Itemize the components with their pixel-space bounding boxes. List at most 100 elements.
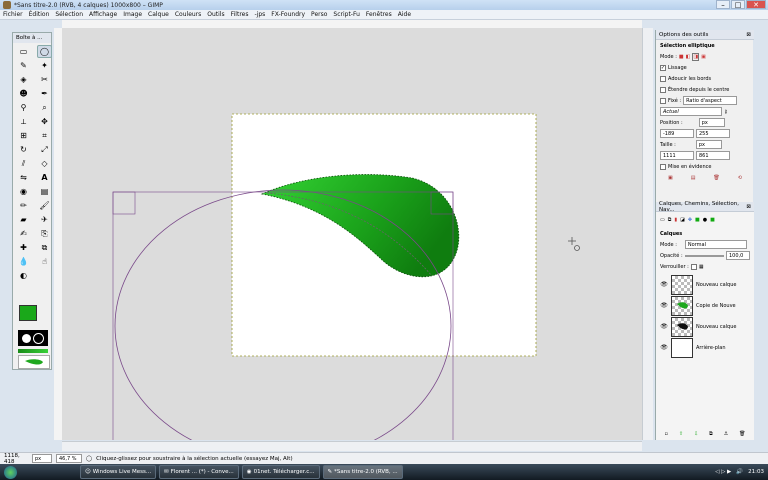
eraser-icon[interactable]: ▰: [16, 213, 31, 226]
restore-options-icon[interactable]: ▤: [691, 175, 696, 181]
lock-alpha-icon[interactable]: ▦: [699, 264, 704, 270]
rect-select-icon[interactable]: ▭: [16, 45, 31, 58]
taskbar-item[interactable]: ☺ Windows Live Mess...: [80, 465, 157, 479]
mode-replace-icon[interactable]: ■: [679, 54, 684, 60]
perspective-clone-icon[interactable]: ⧉: [37, 241, 52, 254]
delete-options-icon[interactable]: 🗑: [713, 175, 719, 181]
fuzzy-select-icon[interactable]: ✦: [37, 59, 52, 72]
clone-icon[interactable]: ⎘: [37, 227, 52, 240]
foreground-color-swatch[interactable]: [19, 305, 37, 321]
lower-layer-icon[interactable]: ⇩: [694, 431, 698, 437]
layers-close-icon[interactable]: ⊠: [746, 204, 751, 210]
taskbar-item[interactable]: ✉ Florent ... (*) - Conve...: [159, 465, 239, 479]
maximize-button[interactable]: □: [731, 0, 745, 9]
save-options-icon[interactable]: ▣: [668, 175, 673, 181]
bucket-fill-icon[interactable]: ◉: [16, 185, 31, 198]
perspective-icon[interactable]: ◇: [37, 157, 52, 170]
free-select-icon[interactable]: ✎: [16, 59, 31, 72]
new-layer-icon[interactable]: ▫: [664, 431, 667, 437]
gradient-preview[interactable]: [18, 349, 48, 353]
dodge-burn-icon[interactable]: ◐: [16, 269, 31, 282]
mise-checkbox[interactable]: [660, 163, 666, 170]
menu-filtres[interactable]: Filtres: [228, 11, 252, 18]
fixe-dropdown[interactable]: Ratio d'aspect: [683, 96, 738, 105]
delete-layer-icon[interactable]: 🗑: [739, 431, 745, 437]
color-select-icon[interactable]: ◈: [16, 73, 31, 86]
lissage-checkbox[interactable]: ✓: [660, 64, 666, 71]
tab-brushes-icon[interactable]: ●: [703, 217, 707, 223]
menu-couleurs[interactable]: Couleurs: [172, 11, 204, 18]
tab-navigation-icon[interactable]: ✥: [688, 217, 692, 223]
close-button[interactable]: ✕: [746, 0, 766, 9]
menu-jps[interactable]: -jps: [251, 11, 268, 18]
move-icon[interactable]: ✥: [37, 115, 52, 128]
menu-fichier[interactable]: Fichier: [0, 11, 26, 18]
rotate-icon[interactable]: ↻: [16, 143, 31, 156]
tab-layers-icon[interactable]: ▭: [660, 217, 665, 223]
ellipse-select-icon[interactable]: ◯: [37, 45, 52, 58]
menu-affichage[interactable]: Affichage: [86, 11, 120, 18]
layer-row[interactable]: 👁 Nouveau calque: [660, 316, 744, 337]
zoom-icon[interactable]: ⌕: [37, 101, 52, 114]
pattern-preview[interactable]: [18, 355, 50, 369]
tab-paths-icon[interactable]: ▮: [674, 217, 677, 223]
smudge-icon[interactable]: ☝: [37, 255, 52, 268]
actuel-field[interactable]: Actuel: [660, 107, 722, 116]
fixe-checkbox[interactable]: [660, 97, 666, 104]
blend-icon[interactable]: ▤: [37, 185, 52, 198]
menu-calque[interactable]: Calque: [145, 11, 172, 18]
color-swatches[interactable]: [19, 305, 46, 328]
menu-image[interactable]: Image: [120, 11, 145, 18]
lock-pixels-checkbox[interactable]: [690, 263, 697, 270]
reset-options-icon[interactable]: ⟲: [738, 175, 742, 181]
opacity-value[interactable]: 100,0: [726, 251, 750, 260]
tool-options-close-icon[interactable]: ⊠: [746, 32, 751, 38]
ink-icon[interactable]: ✍: [16, 227, 31, 240]
crop-icon[interactable]: ⌗: [37, 129, 52, 142]
tab-colormap-icon[interactable]: ■: [695, 217, 700, 223]
start-button[interactable]: [0, 464, 20, 480]
tab-selection-icon[interactable]: ◪: [680, 217, 685, 223]
clock[interactable]: 21:03: [748, 469, 764, 475]
visibility-eye-icon[interactable]: 👁: [660, 323, 668, 330]
lissage-row[interactable]: ✓ Lissage: [656, 62, 754, 73]
tab-channels-icon[interactable]: ⧉: [668, 217, 672, 223]
paths-icon[interactable]: ✒: [37, 87, 52, 100]
shear-icon[interactable]: ⫽: [16, 157, 31, 170]
anchor-layer-icon[interactable]: ⚓: [724, 431, 728, 437]
menu-aide[interactable]: Aide: [395, 11, 414, 18]
visibility-eye-icon[interactable]: 👁: [660, 344, 668, 351]
mode-intersect-icon[interactable]: ▣: [701, 54, 706, 60]
position-y-field[interactable]: 255: [696, 129, 730, 138]
etendre-row[interactable]: Étendre depuis le centre: [656, 84, 754, 95]
adoucir-row[interactable]: Adoucir les bords: [656, 73, 754, 84]
menu-outils[interactable]: Outils: [204, 11, 227, 18]
blur-icon[interactable]: 💧: [16, 255, 31, 268]
airbrush-icon[interactable]: ✈: [37, 213, 52, 226]
foreground-select-icon[interactable]: ☻: [16, 87, 31, 100]
mise-row[interactable]: Mise en évidence: [656, 161, 754, 172]
mode-subtract-icon[interactable]: ◨: [692, 52, 700, 61]
volume-icon[interactable]: 🔊: [736, 469, 743, 475]
position-unit-select[interactable]: px: [698, 118, 725, 127]
text-icon[interactable]: A: [37, 171, 52, 184]
visibility-eye-icon[interactable]: 👁: [660, 281, 668, 288]
flip-icon[interactable]: ⇋: [16, 171, 31, 184]
scissors-icon[interactable]: ✂: [37, 73, 52, 86]
menu-edition[interactable]: Édition: [26, 11, 53, 18]
zoom-select[interactable]: 46,7 %: [56, 454, 82, 463]
taskbar-item[interactable]: ✎ *Sans titre-2.0 (RVB, ...: [322, 465, 403, 479]
align-icon[interactable]: ⊞: [16, 129, 31, 142]
pencil-icon[interactable]: ✏: [16, 199, 31, 212]
heal-icon[interactable]: ✚: [16, 241, 31, 254]
scale-icon[interactable]: ⤢: [37, 143, 52, 156]
etendre-checkbox[interactable]: [660, 86, 666, 93]
canvas-area[interactable]: [62, 28, 642, 440]
minimize-button[interactable]: –: [716, 0, 730, 9]
size-w-field[interactable]: 1111: [660, 151, 694, 160]
menu-script-fu[interactable]: Script-Fu: [330, 11, 363, 18]
visibility-eye-icon[interactable]: 👁: [660, 302, 668, 309]
adoucir-checkbox[interactable]: [660, 75, 666, 82]
menu-fenetres[interactable]: Fenêtres: [363, 11, 395, 18]
canvas-svg[interactable]: [62, 28, 642, 440]
